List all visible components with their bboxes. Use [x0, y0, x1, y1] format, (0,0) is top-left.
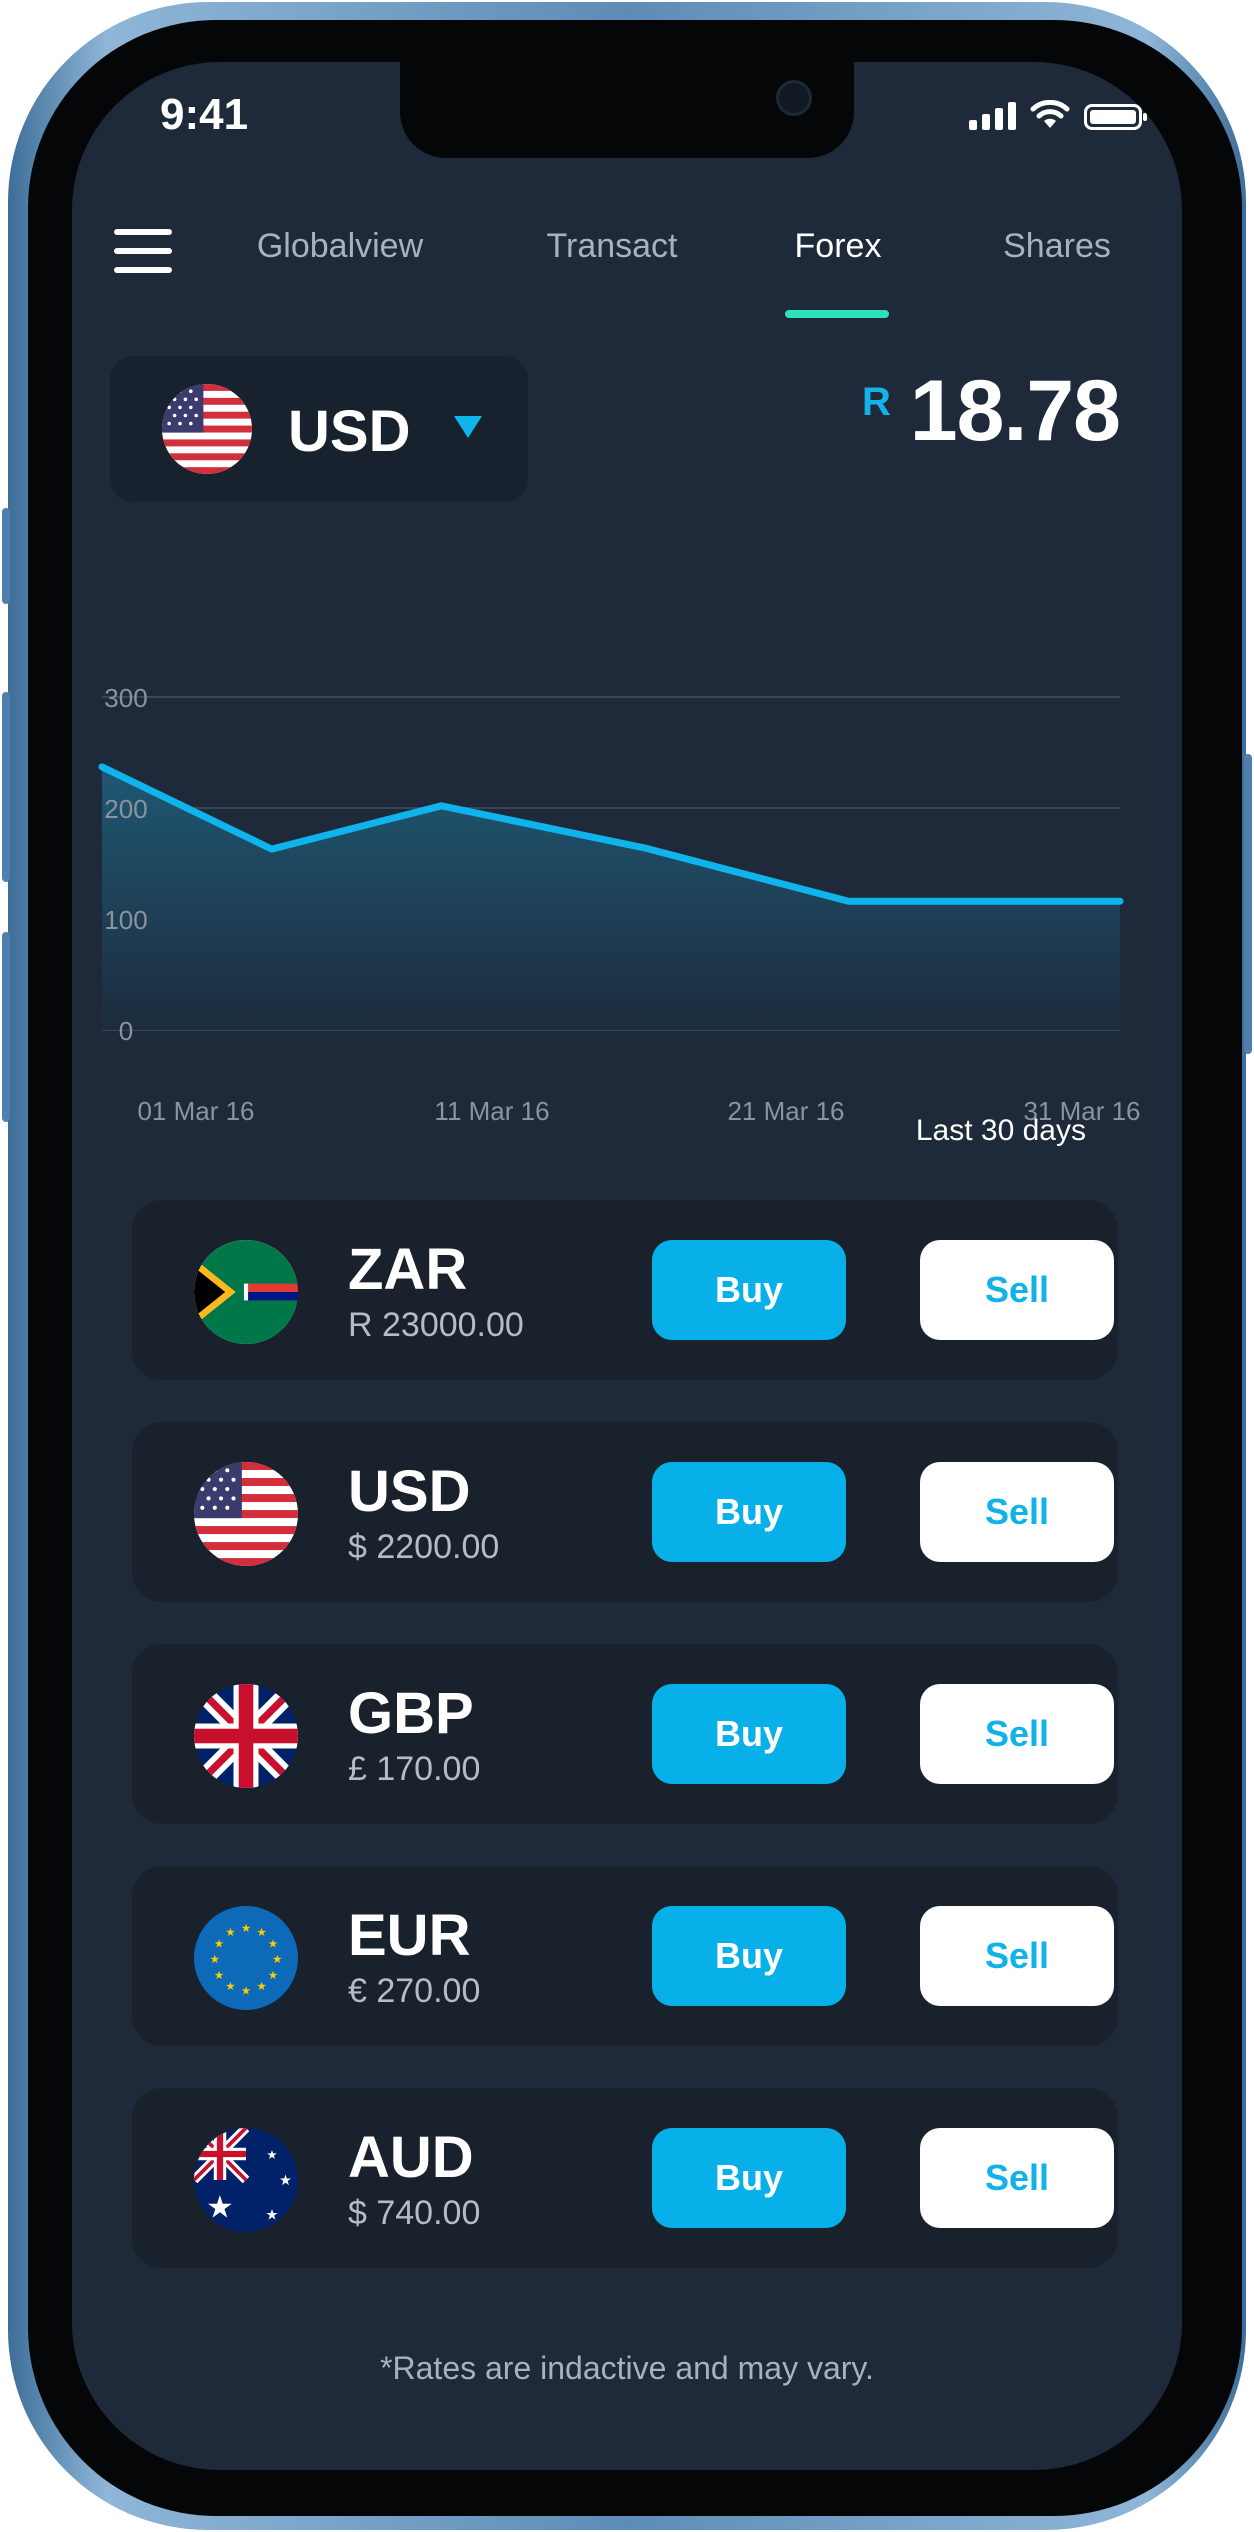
- svg-text:★: ★: [272, 1954, 282, 1966]
- x-tick-label: 21 Mar 16: [727, 1096, 844, 1126]
- us-flag-icon: [162, 384, 252, 474]
- buy-button[interactable]: Buy: [652, 1462, 846, 1562]
- status-time: 9:41: [160, 90, 249, 139]
- currency-balance: R 23000.00: [348, 1306, 524, 1344]
- svg-text:★: ★: [279, 2173, 292, 2189]
- y-tick-label: 100: [104, 905, 147, 935]
- y-tick-label: 0: [119, 1016, 133, 1046]
- buy-button[interactable]: Buy: [652, 2128, 846, 2228]
- x-tick-label: 01 Mar 16: [137, 1096, 254, 1126]
- currency-code: ZAR: [348, 1237, 468, 1302]
- svg-text:★: ★: [206, 2189, 234, 2224]
- sell-button[interactable]: Sell: [920, 1240, 1114, 1340]
- eu-flag-icon: ★ ★ ★ ★ ★ ★ ★ ★ ★ ★ ★ ★: [194, 1906, 298, 2010]
- svg-text:★: ★: [214, 1970, 224, 1982]
- sell-button[interactable]: Sell: [920, 1906, 1114, 2006]
- tab-transact[interactable]: Transact: [532, 227, 692, 266]
- currency-card-zar: ZAR R 23000.00 Buy Sell: [132, 1200, 1118, 1380]
- svg-text:★: ★: [225, 1981, 235, 1993]
- active-tab-indicator: [785, 310, 889, 318]
- sell-button[interactable]: Sell: [920, 2128, 1114, 2228]
- currency-picker[interactable]: USD: [110, 356, 528, 502]
- svg-text:★: ★: [256, 1981, 266, 1993]
- currency-balance: $ 740.00: [348, 2194, 481, 2232]
- selected-currency-code: USD: [288, 399, 411, 464]
- y-tick-label: 300: [104, 683, 147, 713]
- svg-text:★: ★: [265, 2208, 278, 2224]
- chart-period-label: Last 30 days: [915, 1114, 1086, 1147]
- currency-code: GBP: [348, 1681, 474, 1746]
- us-flag-icon: [194, 1462, 298, 1566]
- sell-button[interactable]: Sell: [920, 1462, 1114, 1562]
- svg-text:★: ★: [268, 1939, 278, 1951]
- au-flag-icon: ★ ★ ★ ★: [194, 2128, 298, 2232]
- za-flag-icon: [194, 1240, 298, 1344]
- svg-text:★: ★: [268, 1970, 278, 1982]
- tab-globalview[interactable]: Globalview: [250, 227, 430, 266]
- currency-code: EUR: [348, 1903, 471, 1968]
- power-button: [1244, 754, 1252, 1054]
- tab-forex[interactable]: Forex: [778, 227, 898, 266]
- svg-text:★: ★: [225, 1927, 235, 1939]
- tab-shares[interactable]: Shares: [982, 227, 1132, 266]
- currency-code: AUD: [348, 2125, 474, 2190]
- currency-card-gbp: GBP £ 170.00 Buy Sell: [132, 1644, 1118, 1824]
- wifi-icon: [1030, 100, 1070, 128]
- currency-code: USD: [348, 1459, 471, 1524]
- mute-switch: [2, 508, 10, 604]
- rates-disclaimer: *Rates are indactive and may vary.: [380, 2350, 874, 2386]
- buy-button[interactable]: Buy: [652, 1240, 846, 1340]
- svg-text:★: ★: [256, 1927, 266, 1939]
- battery-icon: [1084, 104, 1147, 130]
- sell-button[interactable]: Sell: [920, 1684, 1114, 1784]
- currency-card-usd: USD $ 2200.00 Buy Sell: [132, 1422, 1118, 1602]
- rate-chart: 0100200300 01 Mar 16 11 Mar 16 21 Mar 16 31…: [98, 683, 1141, 1126]
- app-screen: 9:41 Globalview Transact Forex Shares US…: [72, 62, 1182, 2470]
- rate-currency-symbol: R: [862, 380, 891, 424]
- svg-text:★: ★: [210, 1954, 220, 1966]
- currency-balance: £ 170.00: [348, 1750, 481, 1788]
- currency-card-aud: ★ ★ ★ ★ AUD $ 740.00 Buy Sell: [132, 2088, 1118, 2268]
- exchange-rate: 18.78: [909, 363, 1121, 459]
- currency-balance: $ 2200.00: [348, 1528, 500, 1566]
- currency-balance: € 270.00: [348, 1972, 481, 2010]
- front-camera: [776, 80, 812, 116]
- buy-button[interactable]: Buy: [652, 1684, 846, 1784]
- buy-button[interactable]: Buy: [652, 1906, 846, 2006]
- y-tick-label: 200: [104, 794, 147, 824]
- svg-text:★: ★: [266, 2148, 277, 2162]
- status-icons: [969, 100, 1147, 130]
- svg-text:★: ★: [241, 1985, 251, 1997]
- top-tabs: Globalview Transact Forex Shares: [72, 227, 1182, 287]
- chevron-down-icon[interactable]: [454, 416, 482, 438]
- gb-flag-icon: [194, 1684, 298, 1788]
- x-tick-label: 11 Mar 16: [434, 1096, 549, 1126]
- svg-text:★: ★: [241, 1923, 251, 1935]
- cellular-signal-icon: [969, 102, 1016, 130]
- currency-card-eur: ★ ★ ★ ★ ★ ★ ★ ★ ★ ★ ★ ★ EUR € 270.00 Buy Sell: [132, 1866, 1118, 2046]
- volume-up-button: [2, 692, 10, 882]
- volume-down-button: [2, 932, 10, 1122]
- notch: [400, 62, 854, 158]
- svg-text:★: ★: [214, 1939, 224, 1951]
